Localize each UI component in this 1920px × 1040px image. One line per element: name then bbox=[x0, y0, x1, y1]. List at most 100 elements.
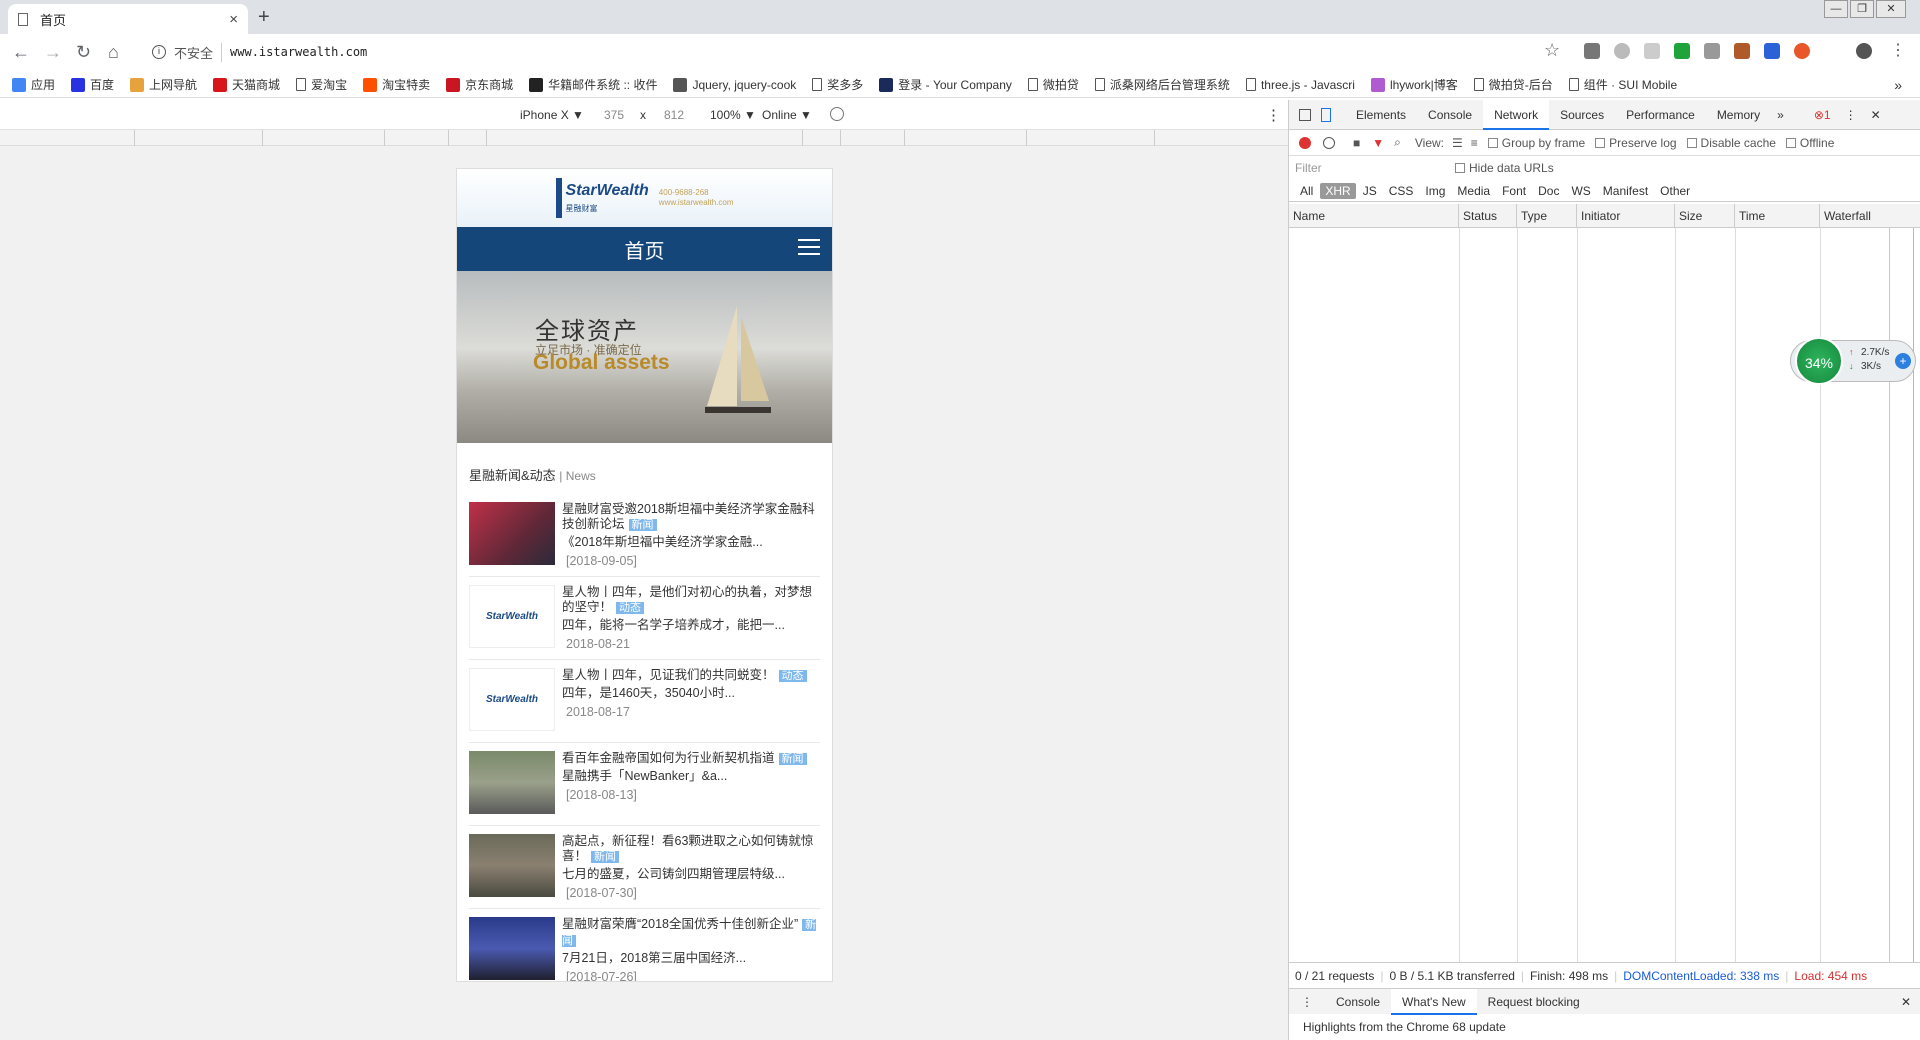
extension-recycle-icon[interactable] bbox=[1584, 43, 1600, 59]
column-header-waterfall[interactable]: Waterfall bbox=[1820, 204, 1920, 227]
bookmark-item[interactable]: 天猫商城 bbox=[213, 76, 280, 93]
bookmark-item[interactable]: 百度 bbox=[71, 76, 114, 93]
forward-icon[interactable]: → bbox=[44, 42, 62, 63]
minimize-button[interactable]: — bbox=[1824, 0, 1848, 18]
extension-p-icon[interactable] bbox=[1734, 43, 1750, 59]
tab-close-icon[interactable]: × bbox=[229, 11, 238, 28]
bookmark-item[interactable]: 爱淘宝 bbox=[296, 76, 347, 93]
drawer-menu-icon[interactable]: ⋮ bbox=[1301, 995, 1313, 1009]
bookmark-item[interactable]: three.js - Javascri bbox=[1245, 78, 1355, 92]
devtools-tab-console[interactable]: Console bbox=[1417, 100, 1483, 130]
overview-icon[interactable]: ≡ bbox=[1471, 136, 1478, 150]
device-more-icon[interactable]: ⋮ bbox=[1266, 106, 1281, 124]
zoom-select[interactable]: 100% ▼ bbox=[710, 108, 756, 122]
devtools-close-icon[interactable]: ✕ bbox=[1871, 108, 1881, 122]
bookmark-item[interactable]: 微拍贷-后台 bbox=[1473, 76, 1553, 93]
column-header-type[interactable]: Type bbox=[1517, 204, 1577, 227]
bookmark-item[interactable]: Jquery, jquery-cook bbox=[673, 77, 796, 92]
preserve-log-checkbox[interactable] bbox=[1595, 137, 1606, 148]
news-item-title[interactable]: 星人物丨四年，是他们对初心的执着，对梦想的坚守！ bbox=[562, 585, 812, 614]
type-filter-css[interactable]: CSS bbox=[1384, 183, 1419, 199]
news-item[interactable]: StarWealth 星人物丨四年，见证我们的共同蜕变！ 动态 四年，是1460天，3… bbox=[469, 660, 820, 743]
home-icon[interactable]: ⌂ bbox=[108, 42, 119, 63]
news-item[interactable]: 看百年金融帝国如何为行业新契机指道 新闻 星融携手「NewBanker」&a... [… bbox=[469, 743, 820, 826]
type-filter-doc[interactable]: Doc bbox=[1533, 183, 1564, 199]
type-filter-other[interactable]: Other bbox=[1655, 183, 1695, 199]
hamburger-menu-icon[interactable] bbox=[798, 239, 820, 260]
network-speed-widget[interactable]: 34% ↑ 2.7K/s ↓ 3K/s + bbox=[1790, 337, 1916, 385]
bookmark-item[interactable]: 应用 bbox=[12, 76, 55, 93]
rotate-icon[interactable] bbox=[830, 107, 844, 121]
drawer-close-icon[interactable]: ✕ bbox=[1901, 995, 1911, 1009]
devtools-tab-sources[interactable]: Sources bbox=[1549, 100, 1615, 130]
news-item-title[interactable]: 看百年金融帝国如何为行业新契机指道 bbox=[562, 751, 775, 765]
offline-checkbox[interactable] bbox=[1785, 137, 1796, 148]
type-filter-all[interactable]: All bbox=[1295, 183, 1318, 199]
record-icon[interactable] bbox=[1299, 136, 1311, 149]
close-window-button[interactable]: ✕ bbox=[1876, 0, 1906, 18]
device-toggle-icon[interactable] bbox=[1321, 107, 1331, 122]
bookmark-item[interactable]: 淘宝特卖 bbox=[363, 76, 430, 93]
account-icon[interactable] bbox=[1856, 43, 1872, 59]
restore-button[interactable]: ❐ bbox=[1850, 0, 1874, 18]
inspect-icon[interactable] bbox=[1299, 108, 1311, 121]
devtools-tab-network[interactable]: Network bbox=[1483, 99, 1550, 130]
extension-circle-icon[interactable] bbox=[1614, 43, 1630, 59]
bookmark-item[interactable]: 派桑网络后台管理系统 bbox=[1094, 76, 1230, 93]
bookmark-item[interactable]: 京东商城 bbox=[446, 76, 513, 93]
bookmark-item[interactable]: 微拍贷 bbox=[1027, 76, 1079, 93]
news-item-title[interactable]: 星融财富受邀2018斯坦福中美经济学家金融科技创新论坛 bbox=[562, 502, 815, 531]
browser-tab[interactable]: 首页 × bbox=[8, 4, 248, 34]
extension-v-icon[interactable] bbox=[1704, 43, 1720, 59]
search-icon[interactable]: ⌕ bbox=[1394, 135, 1401, 150]
filter-icon[interactable]: ▼ bbox=[1372, 136, 1384, 150]
media-query-ruler[interactable] bbox=[0, 130, 1288, 146]
network-throttle-select[interactable]: Online ▼ bbox=[762, 108, 812, 122]
info-icon[interactable]: i bbox=[152, 45, 166, 59]
devtools-menu-icon[interactable]: ⋮ bbox=[1845, 108, 1857, 122]
error-badge[interactable]: ⊗1 bbox=[1814, 108, 1831, 122]
logo-header[interactable]: StarWealth 星融财富 400-9688-268 www.istarwe… bbox=[457, 169, 832, 227]
address-bar[interactable]: i 不安全 www.istarwealth.com bbox=[144, 39, 1564, 65]
type-filter-font[interactable]: Font bbox=[1497, 183, 1531, 199]
type-filter-img[interactable]: Img bbox=[1420, 183, 1450, 199]
extension-grid-icon[interactable] bbox=[1644, 43, 1660, 59]
width-input[interactable]: 375 bbox=[604, 108, 624, 122]
url-text[interactable]: www.istarwealth.com bbox=[230, 45, 367, 59]
devtools-tab-memory[interactable]: Memory bbox=[1706, 100, 1771, 130]
bookmark-item[interactable]: 华籍邮件系统 :: 收件 bbox=[529, 76, 657, 93]
news-item-title[interactable]: 星人物丨四年，见证我们的共同蜕变！ bbox=[562, 668, 775, 682]
column-header-time[interactable]: Time bbox=[1735, 204, 1820, 227]
add-icon[interactable]: + bbox=[1895, 353, 1911, 369]
reload-icon[interactable]: ↻ bbox=[76, 42, 91, 63]
back-icon[interactable]: ← bbox=[12, 42, 30, 63]
devtools-tab-elements[interactable]: Elements bbox=[1345, 100, 1417, 130]
devtools-tab-performance[interactable]: Performance bbox=[1615, 100, 1706, 130]
type-filter-xhr[interactable]: XHR bbox=[1320, 182, 1356, 199]
hide-data-urls-checkbox[interactable] bbox=[1455, 163, 1465, 173]
bookmark-item[interactable]: 上网导航 bbox=[130, 76, 197, 93]
news-item[interactable]: StarWealth 星人物丨四年，是他们对初心的执着，对梦想的坚守！ 动态 四年，能… bbox=[469, 577, 820, 660]
news-item-title[interactable]: 星融财富荣膺“2018全国优秀十佳创新企业” bbox=[562, 917, 798, 931]
capture-screenshots-icon[interactable]: ■ bbox=[1353, 136, 1360, 150]
news-item[interactable]: 高起点，新征程！看63颗进取之心如何铸就惊喜！ 新闻 七月的盛夏，公司铸剑四期管理层… bbox=[469, 826, 820, 909]
type-filter-js[interactable]: JS bbox=[1358, 183, 1382, 199]
extension-orange-icon[interactable] bbox=[1794, 43, 1810, 59]
drawer-tab[interactable]: Console bbox=[1325, 989, 1391, 1015]
bookmark-item[interactable]: 奖多多 bbox=[812, 76, 863, 93]
type-filter-media[interactable]: Media bbox=[1452, 183, 1495, 199]
drawer-tab[interactable]: What's New bbox=[1391, 988, 1477, 1015]
large-rows-icon[interactable]: ☰ bbox=[1452, 136, 1463, 150]
filter-input[interactable]: Filter bbox=[1295, 161, 1455, 175]
news-item[interactable]: 星融财富受邀2018斯坦福中美经济学家金融科技创新论坛 新闻 《2018年斯坦福中美… bbox=[469, 494, 820, 577]
bookmark-item[interactable]: 组件 · SUI Mobile bbox=[1568, 76, 1677, 93]
group-by-frame-checkbox[interactable] bbox=[1487, 137, 1498, 148]
type-filter-ws[interactable]: WS bbox=[1566, 183, 1595, 199]
banner-image[interactable]: 全球资产 立足市场 · 准确定位 Global assets bbox=[457, 271, 832, 443]
column-header-status[interactable]: Status bbox=[1459, 204, 1517, 227]
news-item[interactable]: 星融财富荣膺“2018全国优秀十佳创新企业” 新闻 7月21日，2018第三届中国经… bbox=[469, 909, 820, 981]
type-filter-manifest[interactable]: Manifest bbox=[1598, 183, 1653, 199]
new-tab-button[interactable]: + bbox=[258, 6, 270, 29]
drawer-tab[interactable]: Request blocking bbox=[1477, 989, 1591, 1015]
clear-icon[interactable] bbox=[1323, 136, 1335, 149]
